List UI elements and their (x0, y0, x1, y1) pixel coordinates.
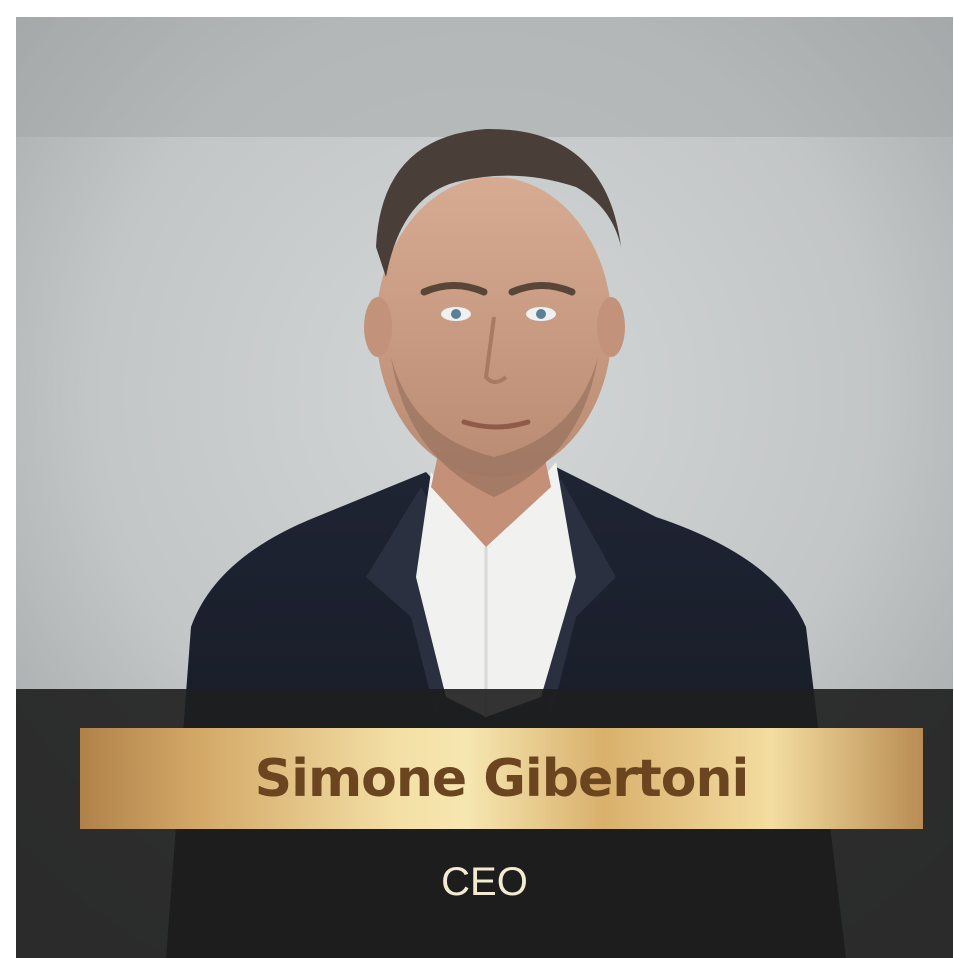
person-name: Simone Gibertoni (254, 748, 750, 809)
profile-card: Simone Gibertoni CEO (16, 17, 953, 958)
person-role: CEO (441, 860, 528, 904)
name-banner: Simone Gibertoni (80, 728, 923, 829)
